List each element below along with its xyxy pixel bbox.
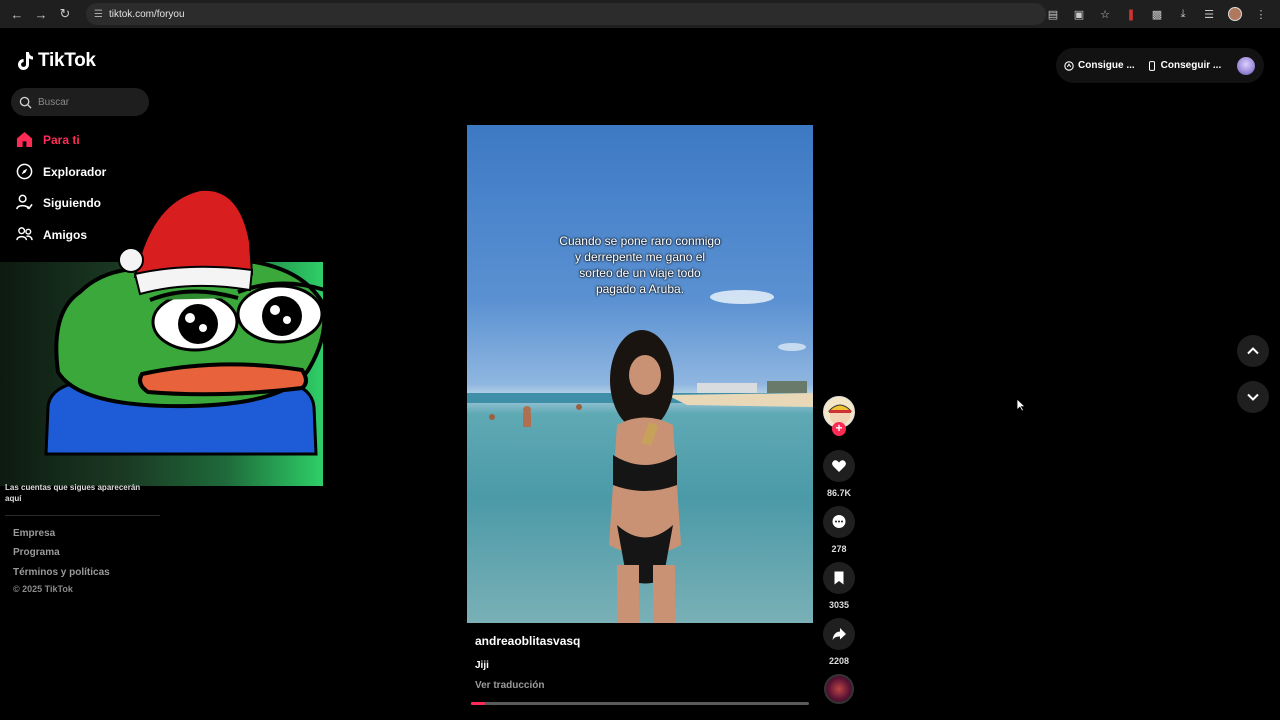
get-coins-label: Consigue ... xyxy=(1078,60,1135,71)
get-app-label: Conseguir ... xyxy=(1160,60,1222,71)
nav-item-para-ti[interactable]: Para ti xyxy=(16,131,80,148)
tiktok-note-icon xyxy=(18,52,33,70)
save-action[interactable]: 3035 xyxy=(823,562,855,610)
nav-label: Explorador xyxy=(43,164,107,179)
caption-line: Cuando se pone raro conmigo xyxy=(559,234,721,248)
menu-kebab-icon[interactable]: ⋮ xyxy=(1250,3,1272,25)
video-progress-bar[interactable] xyxy=(471,702,809,705)
caption-line: y derrepente me gano el xyxy=(574,250,706,264)
address-bar[interactable]: ☰ tiktok.com/foryou xyxy=(86,3,1046,25)
comment-action[interactable]: 278 xyxy=(823,506,855,554)
next-video-button[interactable] xyxy=(1237,381,1269,413)
url-text: tiktok.com/foryou xyxy=(108,8,185,20)
video-progress-fill xyxy=(471,702,485,705)
home-icon xyxy=(16,131,33,148)
extension-icon[interactable]: ❚ xyxy=(1120,3,1142,25)
translate-icon[interactable]: ▤ xyxy=(1042,3,1064,25)
download-icon[interactable]: ⤓ xyxy=(1172,3,1194,25)
video-frame xyxy=(467,290,813,623)
user-avatar[interactable] xyxy=(1237,56,1256,75)
site-info-icon[interactable]: ☰ xyxy=(94,9,103,20)
copyright: © 2025 TikTok xyxy=(13,584,73,594)
back-icon[interactable]: ← xyxy=(6,3,28,25)
browser-toolbar: ← → ↻ ☰ tiktok.com/foryou ▤ ▣ ☆ ❚ ▩ ⤓ ☰ … xyxy=(0,0,1280,28)
brand-name: TikTok xyxy=(38,50,96,71)
cast-icon[interactable]: ▣ xyxy=(1068,3,1090,25)
following-icon xyxy=(16,194,33,210)
nav-item-explorador[interactable]: Explorador xyxy=(16,163,106,180)
video-player[interactable]: Cuando se pone raro conmigo y derrepente… xyxy=(467,125,813,623)
save-count: 3035 xyxy=(828,600,850,610)
compass-icon xyxy=(16,163,33,180)
friends-icon xyxy=(16,227,33,241)
footer-link-terminos[interactable]: Términos y políticas xyxy=(13,567,110,578)
search-input[interactable] xyxy=(38,96,138,108)
chevron-down-icon xyxy=(1247,393,1259,401)
phone-icon xyxy=(1148,60,1155,71)
profile-avatar[interactable] xyxy=(1224,3,1246,25)
like-action[interactable]: 86.7K xyxy=(823,450,855,498)
footer-link-programa[interactable]: Programa xyxy=(13,547,60,558)
media-control-icon[interactable]: ☰ xyxy=(1198,3,1220,25)
footer-link-empresa[interactable]: Empresa xyxy=(13,528,55,539)
video-description: Jiji xyxy=(475,660,489,671)
tiktok-logo[interactable]: TikTok xyxy=(16,50,96,72)
search-icon xyxy=(19,96,32,109)
video-author[interactable]: andreaoblitasvasq xyxy=(475,634,580,648)
see-translation-link[interactable]: Ver traducción xyxy=(475,680,544,691)
mouse-cursor-icon xyxy=(1016,398,1026,412)
pepe-santa-sticker xyxy=(44,188,327,456)
caption-line: pagado a Aruba. xyxy=(595,282,685,296)
follow-plus-button[interactable]: + xyxy=(832,422,846,436)
forward-icon[interactable]: → xyxy=(30,3,52,25)
reload-icon[interactable]: ↻ xyxy=(54,3,76,25)
share-action[interactable]: 2208 xyxy=(823,618,855,666)
previous-video-button[interactable] xyxy=(1237,335,1269,367)
get-coins-button[interactable]: Consigue ... xyxy=(1064,60,1135,71)
chevron-up-icon xyxy=(1247,347,1259,355)
following-empty-note: Las cuentas que sigues aparecerán aquí xyxy=(5,483,141,503)
bookmark-star-icon[interactable]: ☆ xyxy=(1094,3,1116,25)
bookmark-icon xyxy=(834,571,844,585)
get-app-button[interactable]: Conseguir ... xyxy=(1147,60,1222,71)
nav-label: Para ti xyxy=(43,132,80,147)
comment-count: 278 xyxy=(831,544,847,554)
video-caption: Cuando se pone raro conmigo y derrepente… xyxy=(467,233,813,297)
like-count: 86.7K xyxy=(826,488,852,498)
sidebar-divider xyxy=(5,515,160,516)
comment-icon xyxy=(832,515,846,528)
extensions-puzzle-icon[interactable]: ▩ xyxy=(1146,3,1168,25)
top-actions: Consigue ... Conseguir ... xyxy=(1056,48,1264,83)
share-arrow-icon xyxy=(832,628,846,640)
heart-icon xyxy=(832,460,846,472)
caption-line: sorteo de un viaje todo xyxy=(579,266,701,280)
search-box[interactable] xyxy=(11,88,149,116)
share-count: 2208 xyxy=(828,656,850,666)
coin-icon xyxy=(1064,60,1074,71)
music-disc-avatar[interactable] xyxy=(824,674,854,704)
